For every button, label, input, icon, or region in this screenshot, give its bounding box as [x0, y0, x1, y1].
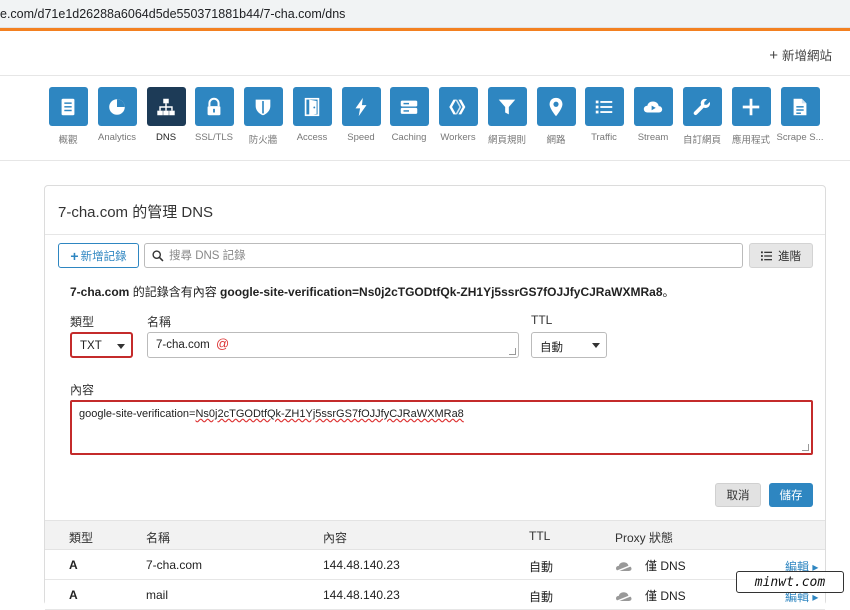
proxy-status: 僅 DNS — [645, 559, 686, 573]
add-record-button[interactable]: + 新增記錄 — [58, 243, 139, 268]
url-text[interactable]: e.com/d71e1d26288a6064d5de550371881b44/7… — [0, 7, 345, 21]
row-ttl: 自動 — [529, 560, 554, 574]
row-content: 144.48.140.23 — [323, 588, 400, 602]
search-input[interactable] — [169, 247, 729, 265]
col-type: 類型 — [69, 531, 94, 545]
resize-handle-icon[interactable] — [802, 444, 809, 451]
type-label: 類型 — [70, 315, 95, 329]
dns-search-box[interactable] — [144, 243, 743, 268]
shield-icon — [243, 87, 283, 126]
plus-icon — [731, 87, 771, 126]
plus-icon: + — [70, 247, 79, 264]
table-row[interactable]: A mail 144.48.140.23 自動 僅 DNS 編輯 ▸ — [45, 580, 825, 610]
workers-icon — [438, 87, 478, 126]
chevron-down-icon — [117, 344, 125, 349]
row-name: 7-cha.com — [146, 558, 203, 572]
lightning-icon — [341, 87, 381, 126]
list-icon — [761, 250, 772, 261]
dns-management-card: 7-cha.com 的管理 DNS +新增記錄 進階 7-cha.com 的記錄… — [44, 185, 826, 610]
analytics-icon — [97, 87, 137, 126]
app-label: Scrape S... — [776, 132, 824, 143]
content-token: Ns0j2cTGODtfQk-ZH1Yj5ssrGS7fOJJfyCJRaWXM… — [195, 408, 464, 420]
type-value: TXT — [80, 340, 102, 352]
save-button[interactable]: 儲存 — [769, 483, 813, 507]
info-mid: 的記錄含有內容 — [129, 285, 221, 299]
search-icon — [152, 250, 164, 262]
ttl-select[interactable]: 自動 — [531, 332, 607, 358]
wrench-icon — [682, 87, 722, 126]
top-nav: + 新增網站 — [0, 31, 850, 76]
row-ttl: 自動 — [529, 590, 554, 604]
content-textarea[interactable]: google-site-verification=Ns0j2cTGODtfQk-… — [70, 400, 813, 455]
location-pin-icon — [536, 87, 576, 126]
info-end: 。 — [662, 285, 675, 299]
advanced-button[interactable]: 進階 — [749, 243, 813, 268]
app-bar: 概觀 Analytics DNS SSL/TLS 防火牆 Access Spee… — [0, 77, 850, 161]
page-title: 7-cha.com 的管理 DNS — [58, 204, 214, 221]
add-record-label: 新增記錄 — [80, 250, 127, 263]
dns-only-cloud-icon — [615, 562, 635, 572]
advanced-label: 進階 — [778, 250, 801, 263]
divider — [45, 234, 825, 235]
content-prefix: google-site-verification= — [79, 408, 196, 420]
add-site-label: 新增網站 — [781, 49, 832, 63]
plus-icon: + — [769, 47, 778, 64]
col-content: 內容 — [323, 531, 348, 545]
chevron-down-icon — [592, 343, 600, 348]
row-type: A — [69, 558, 78, 572]
door-icon — [292, 87, 332, 126]
info-value: google-site-verification=Ns0j2cTGODtfQk-… — [220, 285, 663, 299]
col-name: 名稱 — [146, 531, 171, 545]
content-label: 內容 — [70, 383, 95, 397]
list-icon — [584, 87, 624, 126]
table-header: 類型 名稱 內容 TTL Proxy 狀態 — [45, 520, 825, 550]
server-icon — [389, 87, 429, 126]
proxy-status: 僅 DNS — [645, 589, 686, 603]
content-value: google-site-verification=Ns0j2cTGODtfQk-… — [79, 408, 464, 420]
name-input[interactable]: 7-cha.com @ — [147, 332, 519, 358]
record-info-text: 7-cha.com 的記錄含有內容 google-site-verificati… — [70, 283, 675, 300]
app-scrape-shield[interactable]: Scrape S... — [770, 87, 830, 143]
browser-url-bar[interactable]: e.com/d71e1d26288a6064d5de550371881b44/7… — [0, 0, 850, 28]
row-content: 144.48.140.23 — [323, 558, 400, 572]
watermark: minwt.com — [736, 571, 844, 593]
cancel-button[interactable]: 取消 — [715, 483, 761, 507]
overview-icon — [48, 87, 88, 126]
dns-only-cloud-icon — [615, 592, 635, 602]
at-icon: @ — [216, 336, 230, 351]
row-proxy: 僅 DNS — [615, 557, 686, 574]
cloud-play-icon — [633, 87, 673, 126]
filter-icon — [487, 87, 527, 126]
document-icon — [780, 87, 820, 126]
row-proxy: 僅 DNS — [615, 587, 686, 604]
dns-icon — [146, 87, 186, 126]
row-name: mail — [146, 588, 169, 602]
name-value: 7-cha.com — [156, 339, 210, 351]
row-type: A — [69, 588, 78, 602]
col-ttl: TTL — [529, 529, 551, 543]
resize-handle-icon[interactable] — [509, 348, 516, 355]
col-proxy: Proxy 狀態 — [615, 531, 674, 545]
ttl-label: TTL — [531, 313, 553, 327]
add-site-button[interactable]: + 新增網站 — [769, 45, 832, 64]
ttl-value: 自動 — [540, 342, 563, 354]
name-label: 名稱 — [147, 315, 172, 329]
info-domain: 7-cha.com — [70, 285, 130, 299]
lock-icon — [194, 87, 234, 126]
table-row[interactable]: A 7-cha.com 144.48.140.23 自動 僅 DNS 編輯 ▸ — [45, 550, 825, 580]
type-select[interactable]: TXT — [70, 332, 133, 358]
